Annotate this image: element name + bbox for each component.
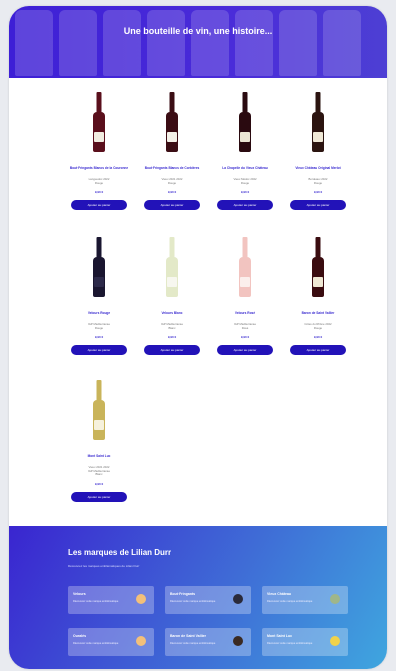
- product-price: 9,90 €: [313, 190, 323, 195]
- product-details: Vieux 2021 2022 IGP Méditerranée Blanc: [67, 465, 131, 477]
- brand-name: Mont Saint Luc: [267, 634, 293, 638]
- product-detail-line: Rouge: [94, 325, 104, 330]
- wine-bottle-image[interactable]: [140, 237, 204, 303]
- brand-card[interactable]: Mont Saint Luc Découvrez cette marque emb…: [262, 628, 348, 656]
- wine-bottle-image[interactable]: [213, 92, 277, 158]
- product-details: IGP Méditerranée Rouge: [67, 322, 131, 330]
- brands-subtitle: Découvrez les marques emblématiques de L…: [68, 564, 140, 568]
- product-detail-line: Rouge: [313, 180, 323, 185]
- product-details: Côtes du Rhône 2022 Rouge: [286, 322, 350, 330]
- brands-title: Les marques de Lilian Durr: [68, 548, 172, 557]
- brand-logo-icon: [233, 636, 243, 646]
- product-detail-line: Blanc: [95, 472, 103, 477]
- wine-bottle-image[interactable]: [67, 380, 131, 446]
- brand-description: Découvrez cette marque emblématique: [73, 642, 119, 645]
- add-to-cart-button[interactable]: Ajouter au panier: [144, 345, 200, 356]
- product-name[interactable]: Velours Rosé: [213, 311, 277, 320]
- brand-logo-icon: [330, 636, 340, 646]
- add-to-cart-button[interactable]: Ajouter au panier: [144, 200, 200, 211]
- product-details: Vieux Médoc 2022 Rouge: [213, 177, 277, 185]
- product-name[interactable]: Baron de Saint Vallier: [286, 311, 350, 320]
- product-card[interactable]: Velours Rouge IGP Méditerranée Rouge 9,90 €…: [67, 237, 131, 356]
- brand-description: Découvrez cette marque emblématique: [267, 600, 313, 603]
- brand-logo-icon: [330, 594, 340, 604]
- page-frame: Une bouteille de vin, une histoire... Bo…: [9, 6, 387, 669]
- product-price: 9,90 €: [313, 335, 323, 340]
- product-detail-line: Rouge: [94, 180, 104, 185]
- add-to-cart-button[interactable]: Ajouter au panier: [290, 200, 346, 211]
- hero-banner: Une bouteille de vin, une histoire...: [9, 6, 387, 78]
- product-price: 9,90 €: [240, 335, 250, 340]
- product-price: 9,90 €: [240, 190, 250, 195]
- brand-logo-icon: [136, 594, 146, 604]
- product-price: 9,90 €: [167, 190, 177, 195]
- product-price: 9,90 €: [167, 335, 177, 340]
- product-name[interactable]: La Chapelle du Vieux Château: [213, 166, 277, 175]
- product-card[interactable]: Baron de Saint Vallier Côtes du Rhône 202…: [286, 237, 350, 356]
- add-to-cart-button[interactable]: Ajouter au panier: [217, 345, 273, 356]
- product-price: 9,90 €: [94, 481, 104, 486]
- brand-card[interactable]: Velours Découvrez cette marque emblématiq…: [68, 586, 154, 614]
- product-name[interactable]: Velours Rouge: [67, 311, 131, 320]
- product-details: Vieux 2021 2022 Rouge: [140, 177, 204, 185]
- product-name[interactable]: Mont Saint Luc: [67, 454, 131, 463]
- wine-bottle-image[interactable]: [213, 237, 277, 303]
- product-details: Languedoc 2022 Rouge: [67, 177, 131, 185]
- brands-section: Les marques de Lilian Durr Découvrez les…: [9, 526, 387, 669]
- product-details: IGP Méditerranée Blanc: [140, 322, 204, 330]
- brand-name: Baron de Saint Vallier: [170, 634, 206, 638]
- product-name[interactable]: Vieux Château Original Merlot: [286, 166, 350, 175]
- hero-title: Une bouteille de vin, une histoire...: [123, 26, 273, 36]
- product-details: IGP Méditerranée Rosé: [213, 322, 277, 330]
- add-to-cart-button[interactable]: Ajouter au panier: [71, 345, 127, 356]
- product-card[interactable]: La Chapelle du Vieux Château Vieux Médoc …: [213, 92, 277, 211]
- product-detail-line: Rouge: [313, 325, 323, 330]
- brand-name: Vieux Château: [267, 592, 292, 596]
- product-name[interactable]: Bout·Fringants Blancs de la Couronne: [67, 166, 131, 175]
- wine-bottle-image[interactable]: [67, 237, 131, 303]
- product-card[interactable]: Bout·Fringants Blancs de Corbières Vieux …: [140, 92, 204, 211]
- brand-card[interactable]: Vieux Château Découvrez cette marque embl…: [262, 586, 348, 614]
- brand-name: Ouralés: [73, 634, 87, 638]
- product-card[interactable]: Bout·Fringants Blancs de la Couronne Lang…: [67, 92, 131, 211]
- product-details: Bordeaux 2022 Rouge: [286, 177, 350, 185]
- wine-bottle-image[interactable]: [67, 92, 131, 158]
- product-detail-line: Rouge: [240, 180, 250, 185]
- add-to-cart-button[interactable]: Ajouter au panier: [217, 200, 273, 211]
- brand-name: Bout·Fringants: [170, 592, 196, 596]
- brand-card[interactable]: Baron de Saint Vallier Découvrez cette ma…: [165, 628, 251, 656]
- brand-name: Velours: [73, 592, 86, 596]
- product-card[interactable]: Velours Rosé IGP Méditerranée Rosé 9,90 € Aj…: [213, 237, 277, 356]
- product-detail-line: Blanc: [168, 325, 176, 330]
- product-detail-line: Rosé: [241, 325, 249, 330]
- brand-description: Découvrez cette marque emblématique: [170, 600, 216, 603]
- brand-card[interactable]: Ouralés Découvrez cette marque emblématiq…: [68, 628, 154, 656]
- wine-bottle-image[interactable]: [286, 92, 350, 158]
- add-to-cart-button[interactable]: Ajouter au panier: [71, 200, 127, 211]
- product-price: 9,90 €: [94, 335, 104, 340]
- hero-background-bottles: [9, 6, 387, 78]
- product-card[interactable]: Vieux Château Original Merlot Bordeaux 20…: [286, 92, 350, 211]
- product-name[interactable]: Bout·Fringants Blancs de Corbières: [140, 166, 204, 175]
- product-detail-line: Rouge: [167, 180, 177, 185]
- product-name[interactable]: Velours Blanc: [140, 311, 204, 320]
- brand-logo-icon: [136, 636, 146, 646]
- product-card[interactable]: Mont Saint Luc Vieux 2021 2022 IGP Méditer…: [67, 380, 131, 502]
- product-price: 9,90 €: [94, 190, 104, 195]
- add-to-cart-button[interactable]: Ajouter au panier: [290, 345, 346, 356]
- add-to-cart-button[interactable]: Ajouter au panier: [71, 491, 127, 502]
- brand-description: Découvrez cette marque emblématique: [267, 642, 313, 645]
- brand-description: Découvrez cette marque emblématique: [170, 642, 216, 645]
- brand-description: Découvrez cette marque emblématique: [73, 600, 119, 603]
- brand-logo-icon: [233, 594, 243, 604]
- product-card[interactable]: Velours Blanc IGP Méditerranée Blanc 9,90 €…: [140, 237, 204, 356]
- wine-bottle-image[interactable]: [140, 92, 204, 158]
- wine-bottle-image[interactable]: [286, 237, 350, 303]
- brand-card[interactable]: Bout·Fringants Découvrez cette marque emb…: [165, 586, 251, 614]
